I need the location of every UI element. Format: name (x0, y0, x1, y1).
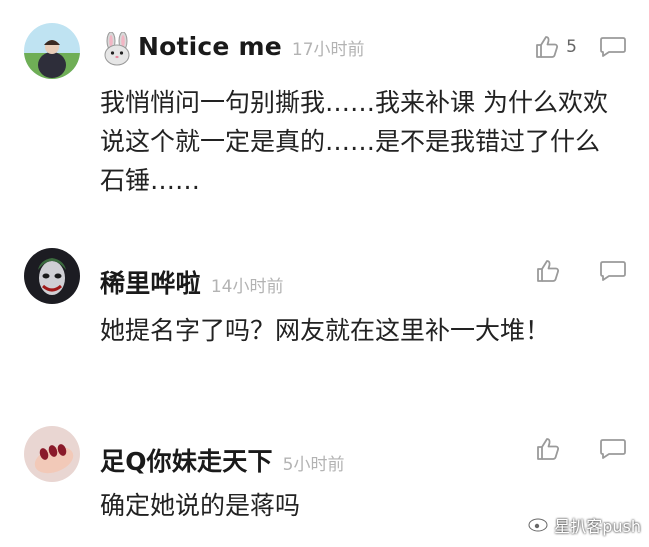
rabbit-face-icon (100, 31, 134, 66)
timestamp: 5小时前 (282, 455, 345, 475)
speech-bubble-icon (599, 437, 627, 461)
timestamp: 14小时前 (210, 277, 284, 297)
comment-item: Notice me 17小时前 5 我悄悄问一句别撕我……我来补课 为什么欢欢说… (0, 0, 649, 220)
speech-bubble-icon (599, 35, 627, 59)
comment-actions: 5 (534, 34, 627, 60)
comment-header: Notice me 17小时前 (100, 31, 365, 66)
like-button[interactable]: 5 (534, 34, 577, 60)
thumbs-up-icon (535, 258, 561, 284)
like-count: 5 (566, 37, 577, 57)
speech-bubble-icon (599, 259, 627, 283)
watermark: 星扒客push (528, 513, 641, 537)
avatar[interactable] (24, 426, 80, 482)
comment-header: 足Q你妹走天下 5小时前 (100, 442, 344, 478)
comment-actions (535, 436, 627, 462)
reply-button[interactable] (599, 35, 627, 59)
username[interactable]: 稀里哗啦 (100, 264, 201, 300)
like-button[interactable] (535, 258, 577, 284)
comment-actions (535, 258, 627, 284)
comment-header: 稀里哗啦 14小时前 (100, 264, 283, 300)
like-button[interactable] (535, 436, 577, 462)
thumbs-up-icon (535, 436, 561, 462)
watermark-text: 星扒客push (554, 517, 641, 536)
thumbs-up-icon (534, 34, 560, 60)
weibo-logo-icon (528, 514, 550, 536)
comment-text: 她提名字了吗？网友就在这里补一大堆！ (100, 316, 551, 345)
username[interactable]: 足Q你妹走天下 (100, 442, 273, 478)
avatar[interactable] (24, 248, 80, 304)
comment-item: 稀里哗啦 14小时前 她提名字了吗？网友就在这里补一大堆！ (0, 220, 649, 420)
avatar[interactable] (24, 23, 80, 79)
reply-button[interactable] (599, 259, 627, 283)
reply-button[interactable] (599, 437, 627, 461)
timestamp: 17小时前 (291, 40, 365, 60)
username[interactable]: Notice me (138, 32, 282, 61)
comment-text: 我悄悄问一句别撕我……我来补课 为什么欢欢说这个就一定是真的……是不是我错过了什… (100, 88, 608, 195)
